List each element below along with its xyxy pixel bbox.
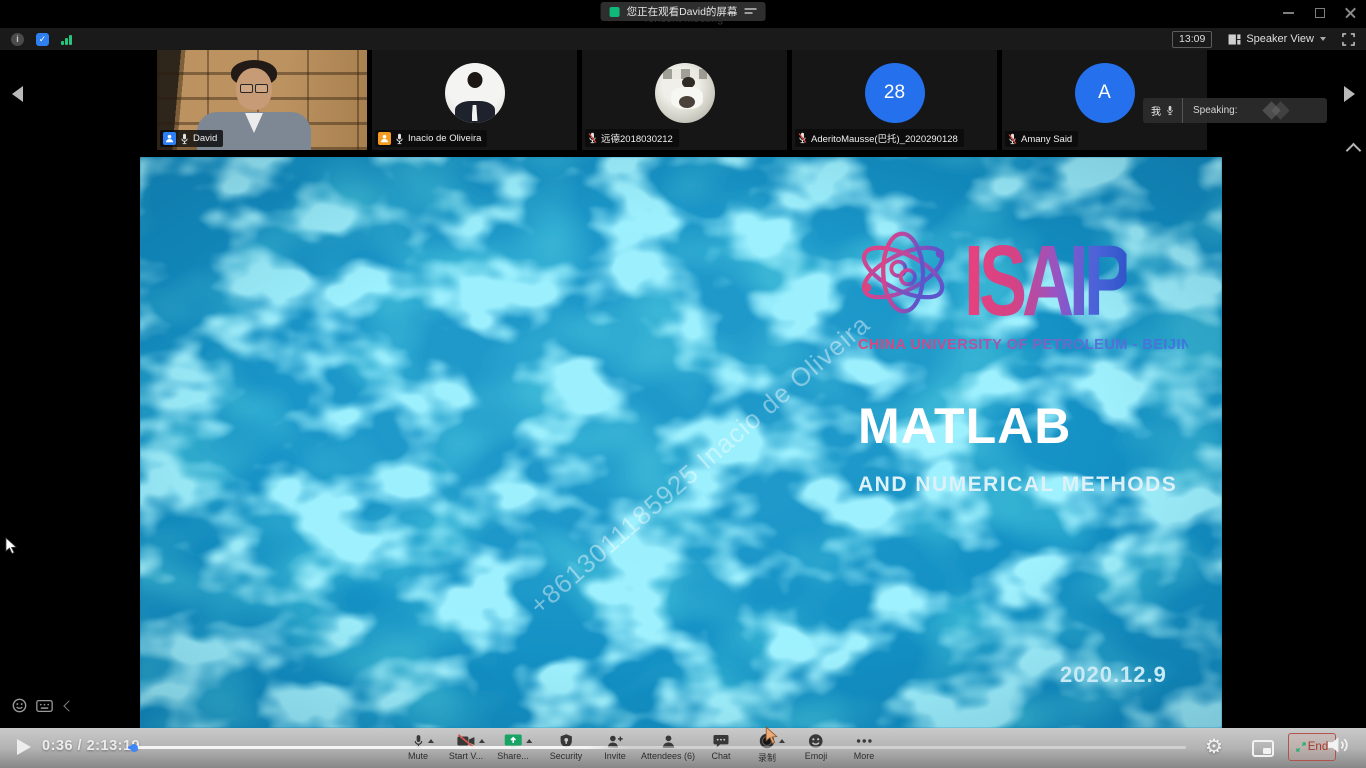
participant-name-tag: AderitoMausse(巴托)_2020290128 [795, 129, 964, 147]
isaip-logo: ISAIP [846, 229, 1190, 333]
participant-tile-inacio[interactable]: Inacio de Oliveira [372, 50, 577, 150]
view-mode-label: Speaker View [1246, 33, 1314, 45]
volume-icon[interactable] [1326, 735, 1349, 755]
thumbnails-prev-arrow[interactable] [12, 86, 23, 102]
participant-tile-3[interactable]: 远德2018030212 [582, 50, 787, 150]
layout-icon [1228, 34, 1241, 45]
close-button[interactable] [1345, 7, 1356, 18]
fullscreen-button[interactable] [1342, 33, 1355, 46]
mic-muted-icon [798, 132, 807, 144]
recorded-cursor-pointer [765, 726, 778, 745]
avatar: 28 [865, 63, 925, 123]
banner-menu-icon[interactable] [744, 7, 756, 16]
isaip-logo-text: ISAIP [964, 236, 1127, 326]
slide-title: MATLAB [858, 397, 1071, 455]
speaking-indicator-bar: 我 Speaking: [1143, 98, 1327, 123]
avatar [445, 63, 505, 123]
collapse-left-chevron[interactable] [63, 700, 74, 711]
meeting-clock: 13:09 [1172, 31, 1212, 48]
mic-on-icon [395, 133, 404, 145]
slide-date: 2020.12.9 [1060, 662, 1167, 688]
reaction-shortcuts [12, 698, 73, 713]
player-settings-gear-icon[interactable]: ⚙ [1205, 734, 1223, 759]
shared-screen-slide: ISAIP CHINA UNIVERSITY OF PETROLEUM - BE… [140, 157, 1222, 728]
share-banner-text: 您正在观看David的屏幕 [627, 4, 738, 19]
record-options-caret[interactable] [779, 739, 785, 743]
window-controls [1283, 7, 1356, 18]
share-status-icon [610, 7, 620, 17]
seek-bar[interactable] [128, 746, 1186, 749]
seek-bar-handle[interactable] [130, 744, 138, 752]
screen-share-banner: 您正在观看David的屏幕 [601, 2, 766, 21]
participant-name-tag: Amany Said [1005, 131, 1078, 147]
university-name: CHINA UNIVERSITY OF PETROLEUM - BEIJING [858, 337, 1188, 353]
meeting-info-icon[interactable]: i [11, 33, 24, 46]
reaction-smiley-icon[interactable] [12, 698, 27, 713]
collapse-thumbnails-chevron[interactable] [1346, 143, 1362, 159]
mic-muted-icon [588, 132, 597, 144]
avatar-text: 28 [884, 82, 905, 104]
share-options-caret[interactable] [526, 739, 532, 743]
video-player-stage: Tencent Meeting 您正在观看David的屏幕 i ✓ 13:09 … [0, 0, 1366, 768]
minimize-button[interactable] [1283, 7, 1294, 18]
speaker-avatars-ghost [1265, 104, 1287, 117]
thumbnails-next-arrow[interactable] [1344, 86, 1355, 102]
host-badge-icon [163, 132, 176, 145]
mouse-pointer [5, 537, 17, 555]
mute-options-caret[interactable] [427, 739, 433, 743]
network-signal-icon [61, 34, 72, 45]
me-label: 我 [1151, 103, 1161, 118]
participant-tile-david[interactable]: David [157, 50, 367, 150]
video-options-caret[interactable] [479, 739, 485, 743]
more-dots-icon [855, 738, 872, 744]
chevron-down-icon [1320, 37, 1326, 41]
participant-name-tag: David [160, 130, 223, 147]
mic-muted-icon [1008, 133, 1017, 145]
security-shield-icon[interactable]: ✓ [36, 33, 49, 46]
slide-subtitle: AND NUMERICAL METHODS [858, 473, 1177, 497]
meeting-topbar: i ✓ 13:09 Speaker View [0, 28, 1366, 50]
cohost-badge-icon [378, 132, 391, 145]
participant-name-tag: 远德2018030212 [585, 129, 679, 147]
participant-name-tag: Inacio de Oliveira [375, 130, 487, 147]
mic-on-icon [180, 133, 189, 145]
exit-fullscreen-icon [1296, 742, 1306, 752]
avatar [655, 63, 715, 123]
picture-in-picture-icon[interactable] [1252, 740, 1274, 757]
my-mic-icon [1166, 105, 1174, 116]
speaking-label: Speaking: [1193, 105, 1237, 116]
avatar-text: A [1098, 82, 1111, 104]
avatar: A [1075, 63, 1135, 123]
caption-keyboard-icon[interactable] [36, 700, 53, 712]
participant-tile-aderito[interactable]: 28 AderitoMausse(巴托)_2020290128 [792, 50, 997, 150]
playback-time: 0:36 / 2:13:19 [42, 738, 140, 754]
play-button[interactable] [17, 739, 31, 755]
maximize-button[interactable] [1314, 7, 1325, 18]
view-mode-switcher[interactable]: Speaker View [1228, 33, 1326, 45]
